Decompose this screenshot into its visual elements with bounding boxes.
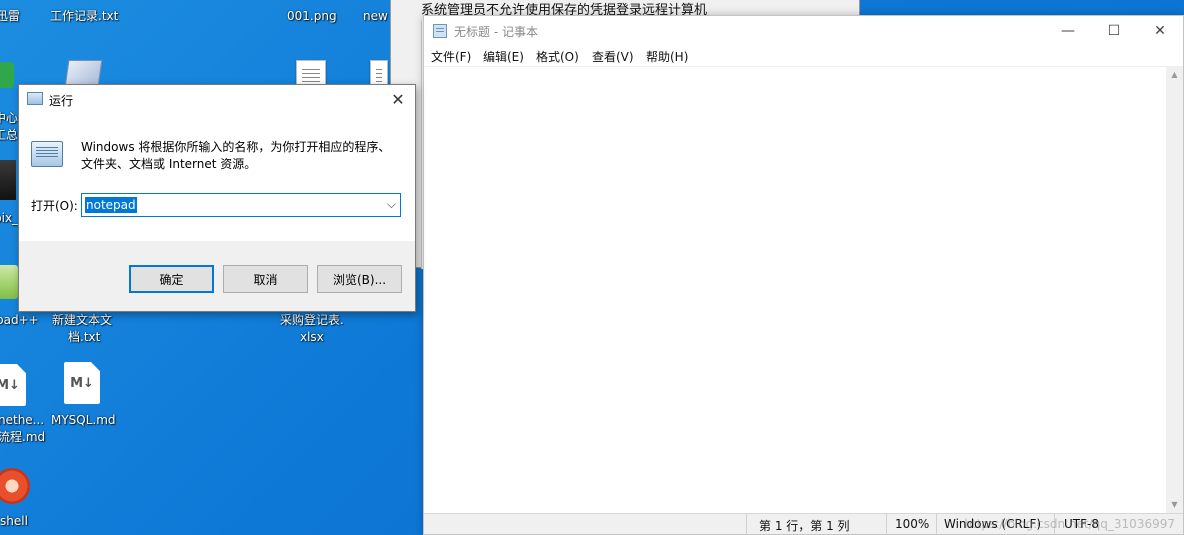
desktop-icon-label[interactable]: xlsx bbox=[300, 329, 324, 346]
notepad-plus-icon[interactable] bbox=[0, 265, 18, 299]
ok-button[interactable]: 确定 bbox=[129, 265, 214, 293]
desktop-icon-label[interactable]: new bbox=[363, 8, 388, 25]
run-icon bbox=[27, 92, 43, 105]
run-program-icon bbox=[31, 141, 63, 167]
desktop-icon-label[interactable]: MYSQL.md bbox=[51, 412, 116, 429]
desktop-icon-label[interactable]: 工总 bbox=[0, 127, 18, 144]
menu-edit[interactable]: 编辑(E) bbox=[483, 48, 524, 65]
desktop-icon-label[interactable]: pad++ bbox=[0, 312, 39, 329]
maximize-button[interactable]: ☐ bbox=[1091, 16, 1137, 46]
app-icon[interactable] bbox=[0, 160, 16, 200]
status-separator bbox=[886, 514, 887, 535]
notepad-titlebar[interactable]: 无标题 - 记事本 — ☐ ✕ bbox=[424, 16, 1183, 46]
close-button[interactable]: ✕ bbox=[1137, 16, 1183, 46]
desktop-icon-label[interactable]: 档.txt bbox=[68, 329, 100, 346]
desktop-icon-label[interactable]: pix_ bbox=[0, 210, 18, 227]
run-dialog[interactable]: 运行 ✕ Windows 将根据你所输入的名称，为你打开相应的程序、文件夹、文档… bbox=[18, 84, 416, 312]
menu-view[interactable]: 查看(V) bbox=[592, 48, 634, 65]
vertical-scrollbar[interactable]: ▲ ▼ bbox=[1166, 66, 1183, 513]
desktop-icon-label[interactable]: shell bbox=[0, 513, 28, 530]
desktop-icon-label[interactable]: 采购登记表. bbox=[280, 312, 344, 329]
markdown-file-icon[interactable]: M↓ bbox=[0, 364, 26, 406]
desktop-icon-label[interactable]: 流程.md bbox=[0, 429, 45, 446]
menu-format[interactable]: 格式(O) bbox=[536, 48, 579, 65]
status-cursor-position: 第 1 行，第 1 列 bbox=[759, 519, 850, 533]
open-input-value[interactable]: notepad bbox=[85, 197, 137, 213]
watermark: https://blog.csdn.net/qq_31036997 bbox=[964, 517, 1175, 531]
run-body: Windows 将根据你所输入的名称，为你打开相应的程序、文件夹、文档或 Int… bbox=[19, 113, 415, 241]
markdown-file-icon[interactable]: M↓ bbox=[64, 362, 100, 404]
open-label: 打开(O): bbox=[31, 199, 78, 213]
desktop-icon-label[interactable]: 中心 bbox=[0, 110, 18, 127]
browse-button[interactable]: 浏览(B)... bbox=[317, 265, 402, 293]
cancel-button[interactable]: 取消 bbox=[223, 265, 308, 293]
desktop-icon-label[interactable]: nethe... bbox=[0, 412, 44, 429]
desktop-icon-label[interactable]: 迅雷 bbox=[0, 8, 20, 25]
status-separator bbox=[746, 514, 747, 535]
run-titlebar[interactable]: 运行 ✕ bbox=[19, 85, 415, 113]
run-title: 运行 bbox=[49, 94, 74, 108]
desktop-icon-label[interactable]: 新建文本文 bbox=[52, 312, 112, 329]
run-description: Windows 将根据你所输入的名称，为你打开相应的程序、文件夹、文档或 Int… bbox=[81, 140, 391, 171]
notepad-title: 无标题 - 记事本 bbox=[454, 25, 538, 39]
app-icon[interactable] bbox=[0, 62, 14, 88]
notepad-icon bbox=[433, 24, 447, 38]
desktop-icon-label[interactable]: 001.png bbox=[287, 8, 337, 25]
status-separator bbox=[936, 514, 937, 535]
open-combobox[interactable]: notepad ⌵ bbox=[81, 193, 401, 217]
desktop-icon-label[interactable]: 工作记录.txt bbox=[50, 8, 118, 25]
close-button[interactable]: ✕ bbox=[381, 85, 415, 113]
scroll-up-icon[interactable]: ▲ bbox=[1166, 66, 1183, 83]
menu-file[interactable]: 文件(F) bbox=[431, 48, 471, 65]
notepad-statusbar: 第 1 行，第 1 列 100% Windows (CRLF) UTF-8 ht… bbox=[424, 513, 1183, 535]
chevron-down-icon[interactable]: ⌵ bbox=[387, 197, 396, 212]
notepad-window[interactable]: 无标题 - 记事本 — ☐ ✕ 文件(F) 编辑(E) 格式(O) 查看(V) … bbox=[423, 15, 1184, 535]
menu-help[interactable]: 帮助(H) bbox=[646, 48, 688, 65]
notepad-text-area[interactable] bbox=[424, 66, 1183, 513]
notepad-menubar: 文件(F) 编辑(E) 格式(O) 查看(V) 帮助(H) bbox=[424, 46, 1183, 66]
scroll-down-icon[interactable]: ▼ bbox=[1166, 496, 1183, 513]
minimize-button[interactable]: — bbox=[1045, 16, 1091, 46]
status-zoom: 100% bbox=[895, 517, 930, 531]
